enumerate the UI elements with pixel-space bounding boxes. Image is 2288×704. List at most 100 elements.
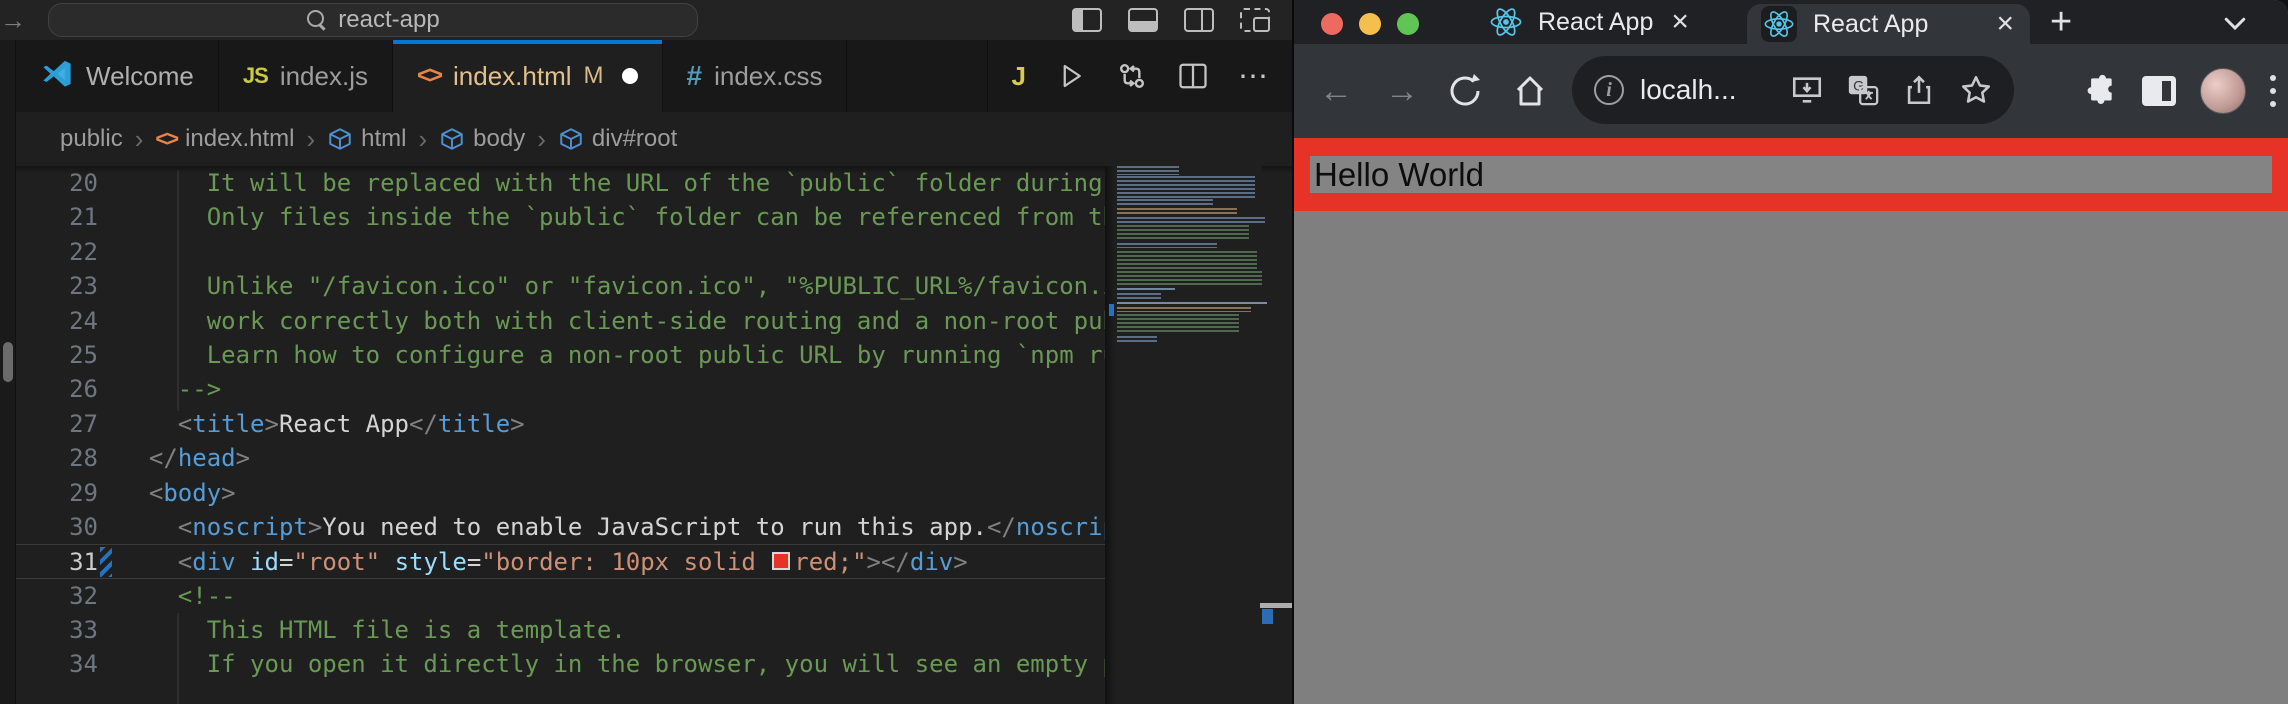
code-line-30[interactable]: 30 <noscript>You need to enable JavaScri… [16, 510, 1105, 544]
toggle-sidebar-right-icon[interactable] [1184, 8, 1214, 32]
strip-scroll-thumb[interactable] [3, 342, 13, 382]
code-line-20[interactable]: 20 It will be replaced with the URL of t… [16, 166, 1105, 200]
tab-index-css[interactable]: # index.css [662, 40, 848, 112]
close-tab-icon[interactable]: × [1996, 9, 2014, 39]
tab-title: React App [1538, 7, 1654, 36]
tab-index-js[interactable]: JS index.js [218, 40, 393, 112]
breadcrumb-item-index-html[interactable]: <> index.html [155, 125, 294, 153]
maximize-window-button[interactable] [1397, 13, 1419, 35]
translate-icon[interactable]: G [1846, 73, 1880, 107]
overview-ruler[interactable] [1260, 166, 1292, 704]
toggle-sidebar-left-icon[interactable] [1072, 8, 1102, 32]
browser-tab-1[interactable]: React App × [1490, 0, 1689, 44]
back-icon[interactable]: ← [1316, 44, 1356, 138]
minimap-texture [1117, 336, 1157, 344]
search-icon [306, 9, 328, 31]
toggle-panel-icon[interactable] [1128, 8, 1158, 32]
browser-viewport: Hello World [1294, 138, 2288, 704]
minimap-texture [1117, 302, 1267, 306]
code-line-25[interactable]: 25 Learn how to configure a non-root pub… [16, 338, 1105, 372]
minimap-texture [1117, 243, 1217, 248]
menu-dots-icon[interactable] [2270, 75, 2276, 107]
tab-welcome[interactable]: Welcome [16, 40, 219, 112]
customize-layout-icon[interactable] [1240, 8, 1270, 32]
run-icon[interactable] [1056, 61, 1086, 91]
bookmark-star-icon[interactable] [1958, 72, 1994, 108]
reload-icon[interactable] [1446, 44, 1486, 138]
breadcrumb: public › <> index.html › html › body › d… [16, 112, 1292, 166]
code-line-32[interactable]: 32 <!-- [16, 579, 1105, 613]
profile-letter-icon[interactable]: J [1012, 61, 1026, 92]
chrome-toolbar: ← → i localh... G [1294, 44, 2288, 138]
tab-index-html[interactable]: <> index.html M [392, 40, 663, 112]
breadcrumb-item-body[interactable]: body [439, 125, 525, 153]
open-changes-icon[interactable] [1116, 60, 1148, 92]
code-text: <body> [148, 478, 236, 507]
more-actions-icon[interactable]: ⋯ [1238, 59, 1268, 94]
code-text: If you open it directly in the browser, … [120, 650, 1105, 679]
minimap-texture [1117, 314, 1239, 334]
code-line-29[interactable]: 29 <body> [16, 476, 1105, 510]
share-icon[interactable] [1902, 73, 1936, 107]
code-text: Only files inside the `public` folder ca… [206, 203, 1105, 232]
tab-label: index.js [279, 60, 368, 91]
tab-search-chevron-icon[interactable] [2220, 8, 2250, 38]
minimap[interactable] [1105, 166, 1267, 704]
code-text: <title>React App</title> [177, 409, 525, 438]
css-file-icon: # [686, 60, 703, 91]
code-line-24[interactable]: 24 work correctly both with client-side … [16, 304, 1105, 338]
line-number: 28 [69, 444, 98, 473]
breadcrumb-item-public[interactable]: public [60, 125, 123, 153]
breadcrumb-separator: › [134, 123, 144, 154]
line-number: 29 [69, 478, 98, 507]
code-line-33[interactable]: 33 This HTML file is a template. [16, 613, 1105, 647]
code-line-21[interactable]: 21 Only files inside the `public` folder… [16, 200, 1105, 234]
line-number: 22 [69, 237, 98, 266]
minimize-window-button[interactable] [1359, 13, 1381, 35]
tab-label: Welcome [86, 60, 194, 91]
close-tab-icon[interactable]: × [1671, 7, 1689, 37]
command-center-search[interactable]: react-app [48, 3, 698, 37]
favicon-backdrop [1761, 6, 1797, 42]
extensions-puzzle-icon[interactable] [2080, 72, 2118, 110]
minimap-texture [1117, 293, 1161, 301]
code-text: <noscript>You need to enable JavaScript … [177, 512, 1105, 541]
unsaved-dot-icon[interactable] [621, 68, 638, 84]
breadcrumb-item-div-root[interactable]: div#root [558, 125, 677, 153]
install-app-icon[interactable] [1790, 73, 1824, 107]
line-number: 26 [69, 375, 98, 404]
site-info-icon[interactable]: i [1594, 75, 1624, 105]
layout-controls [1072, 6, 1270, 34]
root-div-red-border: Hello World [1294, 138, 2288, 211]
code-line-28[interactable]: 28 </head> [16, 441, 1105, 475]
css-color-swatch [772, 552, 791, 571]
code-line-26[interactable]: 26 --> [16, 372, 1105, 406]
code-line-31[interactable]: 31 <div id="root" style="border: 10px so… [16, 544, 1105, 579]
side-panel-icon[interactable] [2142, 76, 2176, 106]
search-value: react-app [338, 6, 440, 33]
close-window-button[interactable] [1321, 13, 1343, 35]
forward-arrow-icon[interactable]: → [0, 4, 26, 36]
line-number: 24 [69, 306, 98, 335]
code-line-34[interactable]: 34 If you open it directly in the browse… [16, 647, 1105, 681]
code-line-27[interactable]: 27 <title>React App</title> [16, 407, 1105, 441]
split-editor-icon[interactable] [1178, 62, 1208, 90]
new-tab-button[interactable]: + [2050, 2, 2072, 42]
hello-world-text: Hello World [1314, 155, 1484, 193]
forward-icon[interactable]: → [1382, 44, 1422, 138]
address-bar[interactable]: i localh... G [1572, 56, 2014, 124]
code-line-22[interactable]: 22 [16, 235, 1105, 269]
home-icon[interactable] [1510, 44, 1550, 138]
line-number: 20 [69, 169, 98, 197]
line-number: 23 [69, 272, 98, 301]
symbol-cube-icon [441, 128, 463, 150]
code-editor[interactable]: 20 It will be replaced with the URL of t… [16, 166, 1105, 704]
html-file-icon: <> [416, 62, 443, 89]
browser-tab-2-active[interactable]: React App × [1747, 4, 2030, 44]
js-file-icon: JS [242, 63, 269, 88]
profile-avatar[interactable] [2200, 68, 2246, 114]
breadcrumb-item-html[interactable]: html [327, 125, 407, 153]
minimap-texture [1117, 208, 1237, 216]
code-line-23[interactable]: 23 Unlike "/favicon.ico" or "favicon.ico… [16, 269, 1105, 303]
symbol-cube-icon [560, 128, 582, 150]
